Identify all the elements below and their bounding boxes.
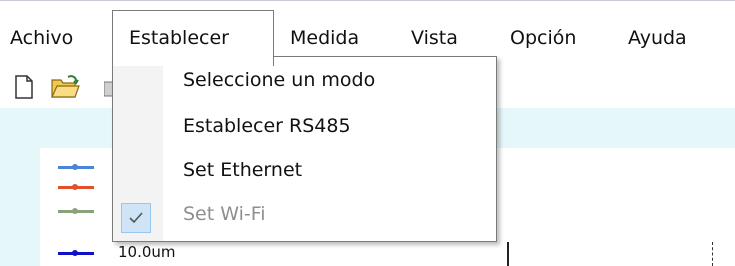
legend-marker-4 [72, 250, 78, 256]
legend-marker-1 [72, 164, 78, 170]
menu-establecer[interactable]: Establecer [112, 10, 274, 66]
open-folder-icon[interactable] [50, 74, 80, 100]
menu-item-set-wifi: Set Wi-Fi [183, 203, 266, 225]
plot-grid-line [712, 242, 713, 266]
menu-item-establecer-rs485[interactable]: Establecer RS485 [183, 115, 351, 137]
establecer-dropdown-menu: Seleccione un modo Establecer RS485 Set … [112, 56, 497, 242]
menu-archivo[interactable]: Achivo [10, 10, 90, 66]
menu-item-seleccione-modo[interactable]: Seleccione un modo [183, 69, 375, 91]
legend-marker-3 [72, 208, 78, 214]
menu-ayuda[interactable]: Ayuda [628, 10, 708, 66]
new-document-icon[interactable] [14, 74, 34, 100]
menu-opcion[interactable]: Opción [510, 10, 590, 66]
menu-item-set-ethernet[interactable]: Set Ethernet [183, 159, 302, 181]
legend-label: 10.0um [118, 243, 176, 261]
checkmark-icon [121, 203, 151, 233]
legend-marker-2 [72, 184, 78, 190]
plot-axis-line [507, 242, 509, 266]
